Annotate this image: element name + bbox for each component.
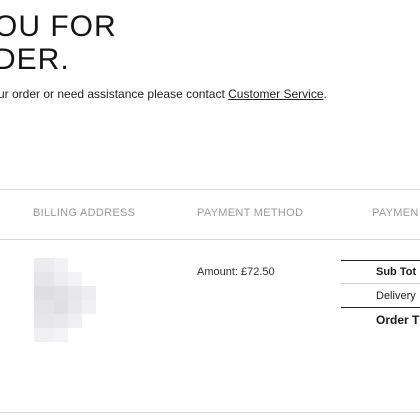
thank-you-headline: OU FOR DER. [0,10,117,76]
subtotal-label: Sub Tot [341,260,420,284]
order-totals-panel: Sub Tot Delivery Order T [341,260,420,332]
assistance-note-end: . [323,87,327,101]
assistance-note-text: ur order or need assistance please conta… [0,87,229,101]
table-header-divider [0,239,420,240]
order-total-label: Order T [376,313,420,327]
table-bottom-divider [0,412,420,413]
pixelated-billing-address-image [24,258,112,342]
column-header-payment-method: PAYMENT METHOD [197,207,304,219]
order-confirmation-page: OU FOR DER. ur order or need assistance … [0,0,420,420]
headline-line-2: DER. [0,43,70,76]
customer-service-link[interactable]: Customer Service [228,87,323,101]
column-header-billing-address: BILLING ADDRESS [33,207,136,219]
assistance-note: ur order or need assistance please conta… [0,87,327,101]
delivery-label: Delivery [341,284,420,308]
table-top-divider [0,189,420,190]
column-header-payment-truncated: PAYMEN [372,207,419,219]
headline-line-1: OU FOR [0,10,117,43]
payment-amount: Amount: £72.50 [197,266,275,278]
